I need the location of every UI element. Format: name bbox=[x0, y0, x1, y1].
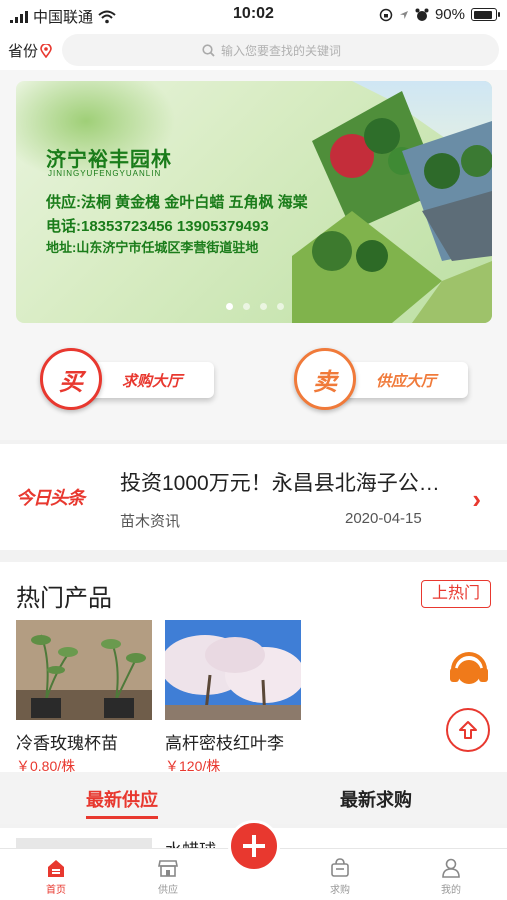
banner-address-line: 地址:山东济宁市任城区李营街道驻地 bbox=[46, 240, 259, 255]
product-card[interactable]: 高杆密枝红叶李 ￥120/株 bbox=[160, 620, 305, 776]
customer-service-button[interactable] bbox=[446, 643, 492, 689]
banner-supply-line: 供应:法桐 黄金槐 金叶白蜡 五角枫 海棠 bbox=[46, 194, 308, 211]
nav-demand[interactable]: 求购 bbox=[310, 855, 370, 896]
product-name: 高杆密枝红叶李 bbox=[165, 734, 284, 753]
news-logo: 今日头条 bbox=[16, 488, 85, 508]
nav-home[interactable]: 首页 bbox=[26, 855, 86, 896]
tab-label: 最新求购 bbox=[340, 790, 412, 810]
chevron-right-icon[interactable]: › bbox=[472, 484, 481, 515]
search-header: 省份 输入您要查找的关键词 bbox=[0, 30, 507, 70]
sell-glyph: 卖 bbox=[294, 348, 356, 410]
store-icon bbox=[158, 860, 178, 877]
buy-glyph: 买 bbox=[40, 348, 102, 410]
product-name: 冷香玫瑰杯苗 bbox=[16, 734, 118, 753]
carousel-dot[interactable] bbox=[226, 303, 233, 310]
nav-supply[interactable]: 供应 bbox=[138, 855, 198, 896]
product-image bbox=[16, 620, 152, 720]
battery-percent: 90% bbox=[434, 6, 465, 23]
news-headline[interactable]: 投资1000万元！永昌县北海子公园... bbox=[120, 467, 440, 497]
buy-hall-label: 求购大厅 bbox=[122, 373, 183, 390]
headphones-icon bbox=[450, 652, 488, 684]
plus-icon bbox=[243, 835, 265, 857]
location-arrow-icon bbox=[399, 10, 408, 19]
nav-demand-label: 求购 bbox=[330, 885, 350, 896]
home-icon bbox=[48, 860, 64, 877]
banner-landscape-photos bbox=[292, 81, 492, 323]
news-category: 苗木资讯 bbox=[120, 513, 181, 530]
hot-products-section: 热门产品 上热门 冷香玫瑰杯苗 ￥0.80/株 高杆密枝红叶李 ￥120/株 bbox=[0, 562, 507, 784]
tab-latest-supply[interactable]: 最新供应 bbox=[86, 786, 158, 819]
status-bar: 中国联通 10:02 90% bbox=[0, 0, 507, 30]
user-icon bbox=[442, 858, 460, 878]
back-to-top-button[interactable] bbox=[446, 708, 490, 752]
battery-icon bbox=[471, 8, 500, 21]
product-image bbox=[160, 620, 305, 721]
news-date: 2020-04-15 bbox=[345, 510, 422, 527]
promote-hot-button[interactable]: 上热门 bbox=[421, 580, 491, 608]
banner-pinyin: JININGYUFENGYUANLIN bbox=[48, 169, 162, 178]
province-label: 省份 bbox=[8, 43, 39, 60]
tab-latest-demand[interactable]: 最新求购 bbox=[340, 786, 412, 812]
buy-hall-button[interactable]: 买 求购大厅 bbox=[40, 348, 220, 410]
search-placeholder: 输入您要查找的关键词 bbox=[221, 43, 342, 58]
news-ticker[interactable]: 今日头条 投资1000万元！永昌县北海子公园... 苗木资讯 2020-04-1… bbox=[0, 444, 507, 550]
tab-label: 最新供应 bbox=[86, 790, 158, 810]
sell-hall-button[interactable]: 卖 供应大厅 bbox=[294, 348, 474, 410]
banner-phone-line: 电话:18353723456 13905379493 bbox=[46, 218, 269, 235]
carousel-dot[interactable] bbox=[243, 303, 250, 310]
carousel-dot[interactable] bbox=[277, 303, 284, 310]
active-tab-underline bbox=[86, 816, 158, 819]
nav-mine[interactable]: 我的 bbox=[421, 855, 481, 896]
banner-title: 济宁裕丰园林 bbox=[46, 149, 172, 171]
shopping-bag-icon bbox=[331, 858, 349, 877]
nav-mine-label: 我的 bbox=[441, 885, 461, 896]
hall-actions: 买 求购大厅 卖 供应大厅 bbox=[0, 330, 507, 440]
arrow-up-icon bbox=[459, 721, 477, 739]
nav-supply-label: 供应 bbox=[158, 885, 178, 896]
product-card[interactable]: 冷香玫瑰杯苗 ￥0.80/株 bbox=[16, 620, 152, 776]
search-input[interactable]: 输入您要查找的关键词 bbox=[62, 34, 499, 66]
search-icon bbox=[202, 43, 215, 57]
province-selector[interactable]: 省份 bbox=[8, 40, 52, 61]
listing-tabs: 最新供应 最新求购 bbox=[0, 772, 507, 824]
rotation-lock-icon bbox=[379, 8, 393, 21]
carousel-indicator[interactable] bbox=[226, 303, 284, 310]
publish-button[interactable] bbox=[228, 820, 280, 872]
carousel-dot[interactable] bbox=[260, 303, 267, 310]
alarm-icon bbox=[415, 8, 429, 21]
location-pin-icon bbox=[40, 43, 52, 58]
section-title: 热门产品 bbox=[16, 585, 112, 612]
sell-hall-label: 供应大厅 bbox=[376, 373, 437, 390]
banner-section: 济宁裕丰园林 JININGYUFENGYUANLIN 供应:法桐 黄金槐 金叶白… bbox=[0, 70, 507, 330]
nav-home-label: 首页 bbox=[46, 885, 66, 896]
promo-banner[interactable]: 济宁裕丰园林 JININGYUFENGYUANLIN 供应:法桐 黄金槐 金叶白… bbox=[16, 81, 492, 323]
